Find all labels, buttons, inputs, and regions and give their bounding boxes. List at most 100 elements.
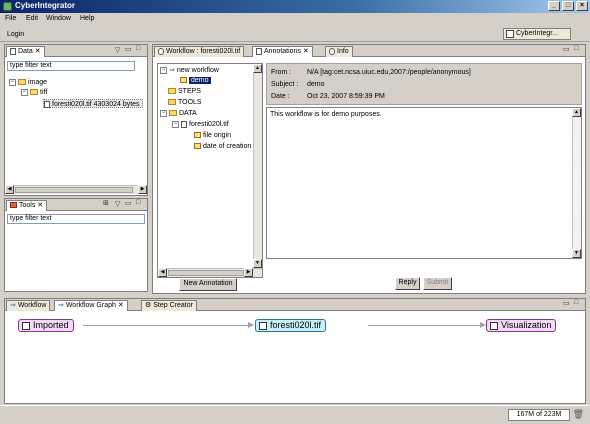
graph-node-imported[interactable]: Imported — [18, 319, 74, 332]
perspective-switcher[interactable]: CyberIntegr... — [503, 28, 571, 40]
menu-file[interactable]: File — [5, 15, 16, 22]
date-value: Oct 23, 2007 8:59:39 PM — [307, 93, 385, 100]
tree-item-tools[interactable]: TOOLS — [168, 98, 202, 107]
collapse-icon[interactable]: − — [160, 66, 167, 74]
tab-tools[interactable]: Tools ✕ — [6, 200, 48, 211]
tree-item-data[interactable]: − DATA — [160, 109, 197, 118]
folder-icon — [168, 99, 176, 106]
graph-node-file[interactable]: foresti020l.tif — [255, 319, 327, 332]
new-annotation-button[interactable]: New Annotation — [179, 278, 237, 291]
minimize-view-icon[interactable]: ▭ — [125, 199, 132, 207]
tree-item-tiff[interactable]: − tiff — [21, 88, 47, 97]
annotation-body[interactable]: This workflow is for demo purposes. ▲ ▼ — [266, 107, 582, 259]
tree-item-date-of-creation[interactable]: date of creation — [194, 142, 251, 151]
file-icon — [44, 100, 50, 108]
tab-workflow-graph[interactable]: ⇒ Workflow Graph ✕ — [54, 300, 128, 311]
scroll-down-arrow[interactable]: ▼ — [253, 259, 262, 268]
window-titlebar: CyberIntegrator _ □ × — [0, 0, 590, 13]
tools-toolbar-icon[interactable]: ⊞ — [103, 199, 109, 207]
maximize-view-icon[interactable]: □ — [136, 45, 140, 52]
close-button[interactable]: × — [576, 1, 588, 11]
tree-item-tif[interactable]: − foresti020l.tif — [172, 120, 229, 129]
maximize-editor-icon[interactable]: □ — [574, 45, 578, 52]
login-button[interactable]: Login — [7, 31, 24, 38]
data-filter-input[interactable]: type filter text — [7, 61, 135, 71]
data-view-icon — [10, 47, 16, 55]
tag-icon — [194, 143, 201, 150]
view-menu-icon[interactable]: ▽ — [115, 200, 120, 208]
perspective-label: CyberIntegr... — [516, 30, 559, 37]
body-vscrollbar[interactable]: ▲ ▼ — [572, 108, 581, 258]
minimize-view-icon[interactable]: ▭ — [125, 45, 132, 53]
scroll-up-arrow[interactable]: ▲ — [572, 108, 581, 117]
tools-icon — [10, 202, 17, 209]
tree-item-steps[interactable]: STEPS — [168, 87, 201, 96]
scroll-up-arrow[interactable]: ▲ — [253, 64, 262, 73]
subject-label: Subject : — [271, 81, 299, 88]
maximize-view-icon[interactable]: □ — [574, 299, 578, 306]
tree-item-demo[interactable]: demo — [180, 76, 211, 85]
menu-edit[interactable]: Edit — [26, 15, 38, 22]
view-menu-icon[interactable]: ▽ — [115, 46, 120, 54]
collapse-icon[interactable]: − — [160, 109, 167, 117]
toolbar: Login CyberIntegr... — [0, 25, 590, 42]
maximize-view-icon[interactable]: □ — [136, 199, 140, 206]
tree-item-file-origin[interactable]: file origin — [194, 131, 231, 140]
tree-item-new-workflow[interactable]: − ⇒ new workflow — [160, 66, 219, 75]
annotation-body-text: This workflow is for demo purposes. — [270, 111, 382, 118]
reply-button[interactable]: Reply — [395, 277, 420, 290]
visualization-icon — [490, 322, 498, 330]
graph-arrowhead — [248, 322, 254, 328]
submit-button[interactable]: Submit — [423, 277, 452, 290]
step-creator-icon: ⚙ — [145, 302, 152, 309]
minimize-button[interactable]: _ — [548, 1, 560, 11]
editor-tabbar: Workflow : foresti020l.tif Annotations ✕… — [153, 45, 585, 57]
window-title: CyberIntegrator — [15, 1, 76, 10]
minimize-editor-icon[interactable]: ▭ — [563, 45, 570, 53]
annotation-header: From : N/A [tag:cet.ncsa.uiuc.edu,2007:/… — [266, 63, 582, 105]
folder-icon — [169, 110, 177, 117]
scroll-thumb[interactable] — [15, 187, 133, 193]
maximize-button[interactable]: □ — [562, 1, 574, 11]
scroll-left-arrow[interactable]: ◀ — [158, 268, 167, 277]
tab-info[interactable]: Info — [325, 46, 353, 57]
graph-edge — [83, 325, 248, 326]
scroll-thumb[interactable] — [168, 270, 244, 276]
tab-workflow-file[interactable]: Workflow : foresti020l.tif — [154, 46, 245, 57]
data-panel: Data ✕ ▽ ▭ □ type filter text − image − ti… — [4, 44, 148, 196]
tab-workflow[interactable]: ⇒ Workflow — [6, 300, 51, 311]
subject-value: demo — [307, 81, 325, 88]
tree-vscrollbar[interactable]: ▲ ▼ — [253, 64, 262, 277]
tools-filter-input[interactable]: type filter text — [7, 214, 145, 224]
tree-item-image[interactable]: − image — [9, 78, 47, 87]
tree-item-tif-file[interactable]: foresti020l.tif 4303024 bytes — [43, 99, 143, 108]
minimize-view-icon[interactable]: ▭ — [563, 299, 570, 307]
statusbar: 167M of 223M 🗑 — [0, 405, 590, 424]
menubar: File Edit Window Help — [0, 13, 590, 25]
bottom-tabbar: ⇒ Workflow ⇒ Workflow Graph ✕ ⚙ Step Cre… — [5, 299, 585, 311]
tree-hscrollbar[interactable]: ◀ ▶ — [158, 268, 262, 277]
menu-help[interactable]: Help — [80, 15, 94, 22]
menu-window[interactable]: Window — [46, 15, 71, 22]
tools-panel-tabbar: Tools ✕ ⊞ ▽ ▭ □ — [5, 199, 147, 211]
data-hscrollbar[interactable]: ◀ ▶ — [5, 185, 147, 194]
graph-node-visualization[interactable]: Visualization — [486, 319, 557, 332]
tab-annotations[interactable]: Annotations ✕ — [252, 46, 313, 57]
tab-data[interactable]: Data ✕ — [6, 46, 45, 57]
collapse-icon[interactable]: − — [21, 88, 28, 96]
collapse-icon[interactable]: − — [9, 78, 16, 86]
workflow-icon: ⇒ — [10, 302, 16, 309]
folder-icon — [18, 79, 26, 86]
collapse-icon[interactable]: − — [172, 120, 179, 128]
tab-step-creator[interactable]: ⚙ Step Creator — [141, 300, 197, 311]
scroll-left-arrow[interactable]: ◀ — [5, 185, 14, 194]
graph-edge — [368, 325, 480, 326]
editor-area: Workflow : foresti020l.tif Annotations ✕… — [152, 44, 586, 294]
scroll-down-arrow[interactable]: ▼ — [572, 249, 581, 258]
memory-indicator[interactable]: 167M of 223M — [508, 409, 570, 421]
scroll-right-arrow[interactable]: ▶ — [244, 268, 253, 277]
trash-icon[interactable]: 🗑 — [573, 409, 584, 420]
scroll-right-arrow[interactable]: ▶ — [138, 185, 147, 194]
app-icon — [3, 2, 12, 11]
file-icon — [181, 120, 187, 128]
